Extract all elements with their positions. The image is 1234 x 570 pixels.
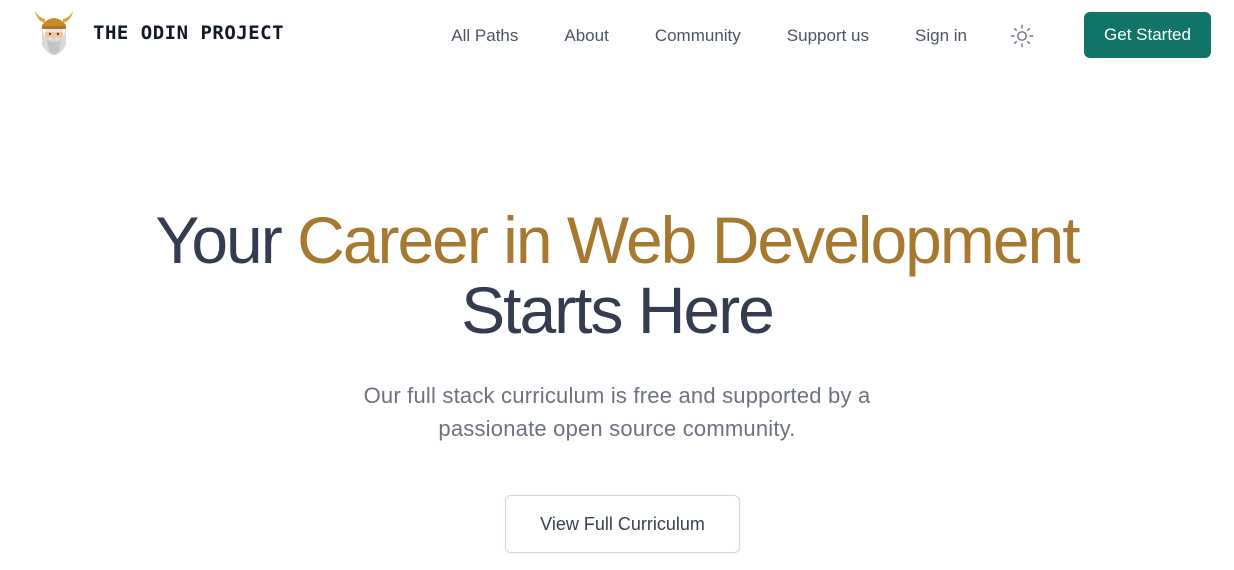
hero-title-line-1: Your Career in Web Development bbox=[0, 205, 1234, 275]
main-nav: All Paths About Community Support us Sig… bbox=[451, 0, 1211, 72]
viking-helmet-logo-icon bbox=[35, 11, 73, 55]
view-full-curriculum-button[interactable]: View Full Curriculum bbox=[505, 495, 740, 553]
nav-link-sign-in[interactable]: Sign in bbox=[915, 26, 967, 46]
nav-link-support-us[interactable]: Support us bbox=[787, 26, 869, 46]
hero-subtitle: Our full stack curriculum is free and su… bbox=[363, 383, 871, 441]
hero-title-lead: Your bbox=[155, 203, 298, 277]
hero-title: Your Career in Web Development Starts He… bbox=[0, 205, 1234, 345]
theme-toggle-button[interactable] bbox=[1009, 23, 1035, 49]
site-header: THE ODIN PROJECT All Paths About Communi… bbox=[0, 0, 1234, 72]
nav-link-community[interactable]: Community bbox=[655, 26, 741, 46]
hero-section: Your Career in Web Development Starts He… bbox=[0, 205, 1234, 445]
get-started-button[interactable]: Get Started bbox=[1084, 12, 1211, 58]
nav-link-about[interactable]: About bbox=[564, 26, 608, 46]
hero-title-accent: Career in Web Development bbox=[297, 203, 1081, 277]
hero-title-line-2: Starts Here bbox=[461, 273, 775, 347]
sun-icon bbox=[1010, 24, 1034, 48]
nav-link-all-paths[interactable]: All Paths bbox=[451, 26, 518, 46]
logo-wordmark: THE ODIN PROJECT bbox=[93, 22, 285, 44]
logo-link[interactable]: THE ODIN PROJECT bbox=[33, 7, 284, 63]
